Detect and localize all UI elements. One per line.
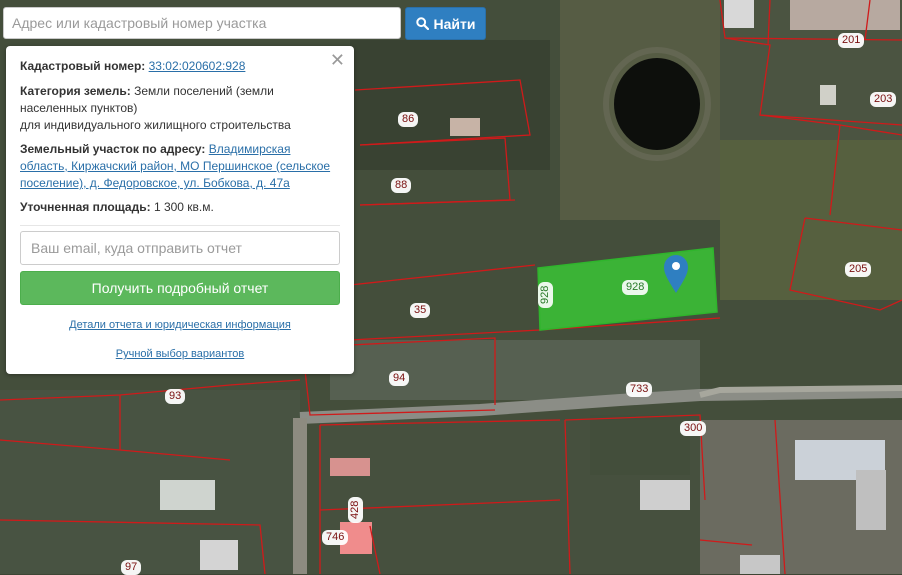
address-label: Земельный участок по адресу: <box>20 142 206 156</box>
close-icon[interactable]: ✕ <box>330 51 345 69</box>
parcel-label: 86 <box>398 112 419 127</box>
search-input[interactable] <box>3 7 401 39</box>
parcel-label: 201 <box>838 33 865 48</box>
area-label: Уточненная площадь: <box>20 200 151 214</box>
category-label: Категория земель: <box>20 84 131 98</box>
parcel-label: 428 <box>348 496 363 523</box>
parcel-label: 300 <box>680 421 707 436</box>
parcel-label: 97 <box>121 560 142 575</box>
parcel-label: 88 <box>391 178 412 193</box>
divider <box>20 225 340 226</box>
get-report-button[interactable]: Получить подробный отчет <box>20 271 340 305</box>
search-button[interactable]: Найти <box>405 7 486 40</box>
parcel-label: 746 <box>322 530 349 545</box>
parcel-label: 93 <box>165 389 186 404</box>
category-row: Категория земель: Земли поселений (земли… <box>20 83 340 134</box>
selected-parcel-side-label: 928 <box>538 281 553 308</box>
selected-parcel-label[interactable]: 928 <box>622 280 649 295</box>
cadastral-number-link[interactable]: 33:02:020602:928 <box>149 59 246 73</box>
cadastral-row: Кадастровый номер: 33:02:020602:928 <box>20 58 340 75</box>
email-field[interactable] <box>20 231 340 265</box>
manual-selection-link[interactable]: Ручной выбор вариантов <box>20 346 340 363</box>
address-row: Земельный участок по адресу: Владимирска… <box>20 141 340 192</box>
parcel-label: 205 <box>845 262 872 277</box>
cadastral-label: Кадастровый номер: <box>20 59 146 73</box>
report-details-link[interactable]: Детали отчета и юридическая информация <box>20 317 340 334</box>
search-icon <box>415 17 429 30</box>
parcel-label: 203 <box>870 92 897 107</box>
parcel-info-panel: ✕ Кадастровый номер: 33:02:020602:928 Ка… <box>6 46 354 374</box>
area-value: 1 300 кв.м. <box>153 200 214 214</box>
parcel-label: 94 <box>389 371 410 386</box>
area-row: Уточненная площадь: 1 300 кв.м. <box>20 199 340 216</box>
parcel-label: 35 <box>410 303 431 318</box>
parcel-label: 733 <box>626 382 653 397</box>
category-use: для индивидуального жилищного строительс… <box>20 118 291 132</box>
search-button-label: Найти <box>433 15 476 32</box>
